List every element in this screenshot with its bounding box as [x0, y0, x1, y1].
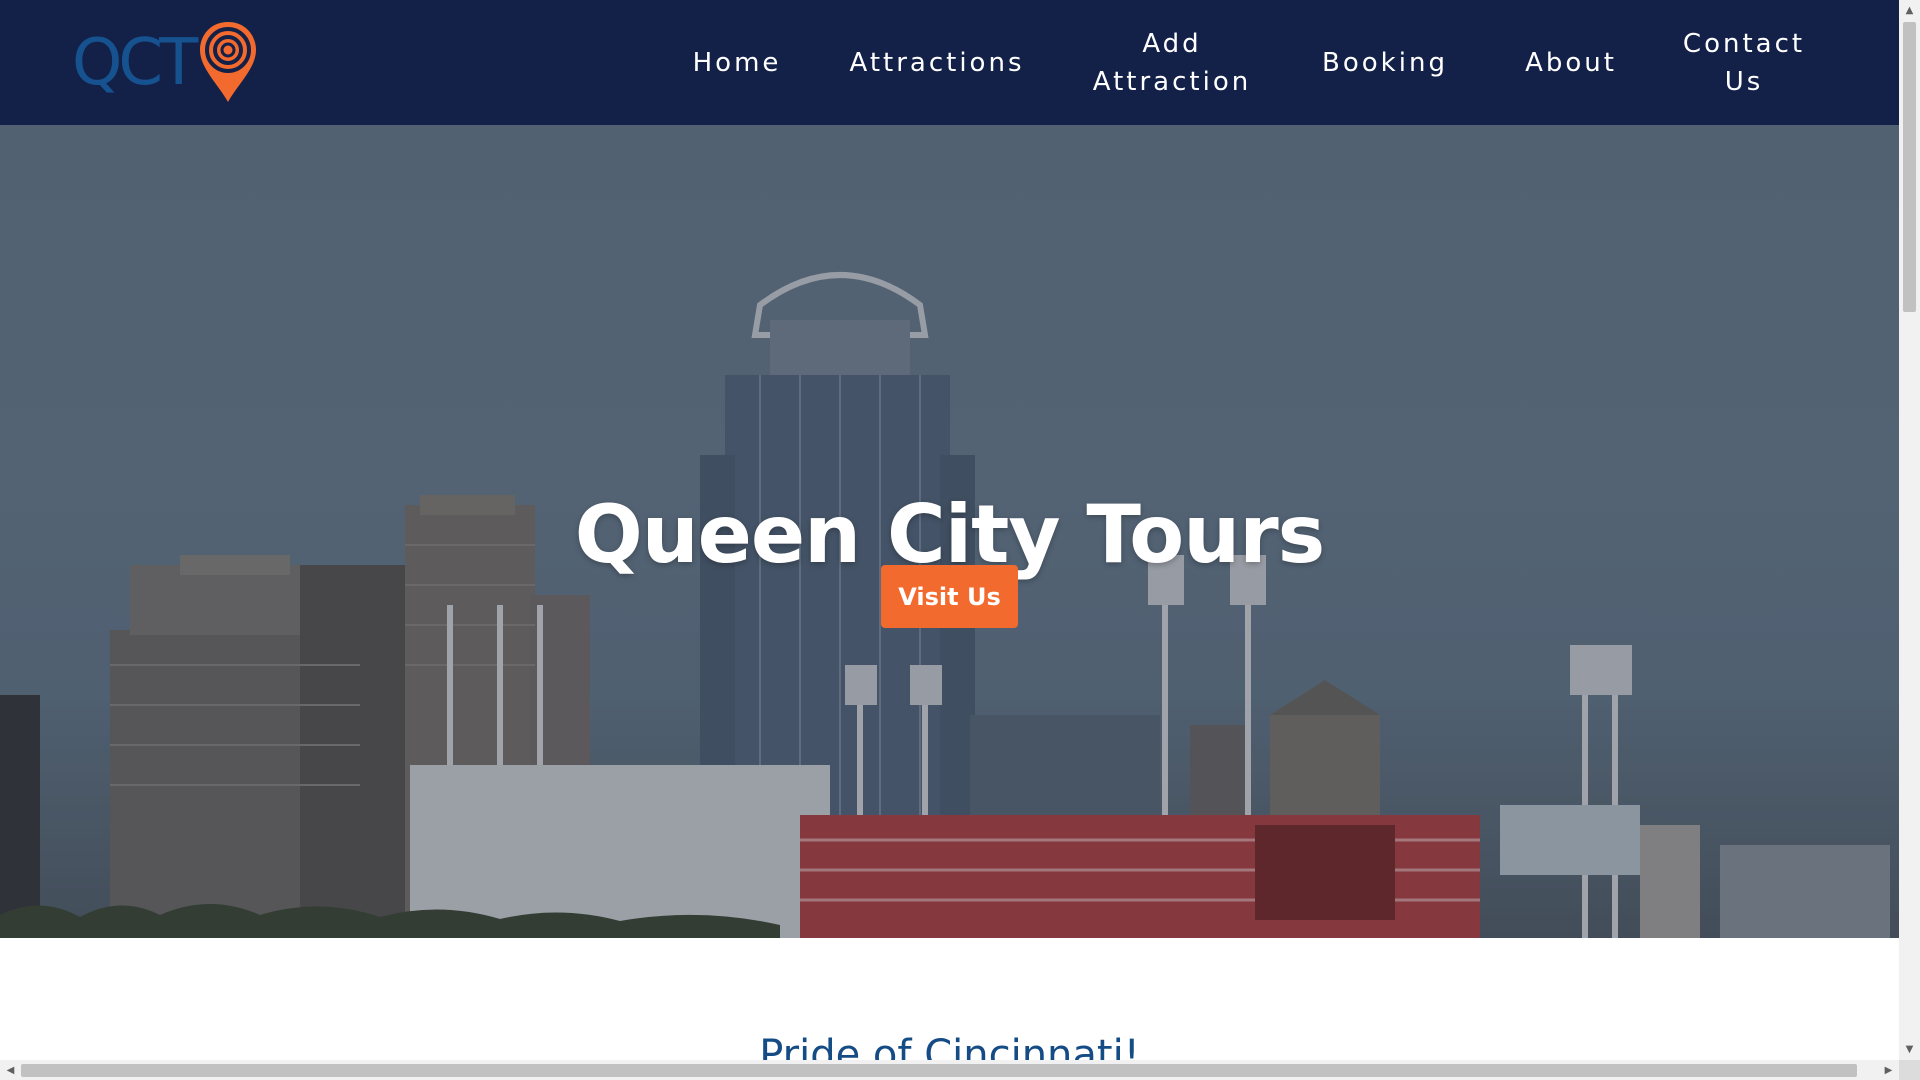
scroll-down-arrow-icon[interactable]: ▼	[1899, 1039, 1920, 1060]
nav-add-attraction[interactable]: Add Attraction	[1082, 0, 1262, 125]
scrollbar-corner	[1899, 1060, 1920, 1080]
horizontal-scrollbar-thumb[interactable]	[21, 1064, 1857, 1077]
hero-section: Queen City Tours Visit Us	[0, 125, 1899, 938]
nav-attractions[interactable]: Attractions	[844, 0, 1030, 125]
vertical-scrollbar[interactable]: ▲ ▼	[1899, 0, 1920, 1060]
nav-home[interactable]: Home	[680, 0, 794, 125]
scroll-left-arrow-icon[interactable]: ◀	[0, 1060, 21, 1080]
vertical-scrollbar-thumb[interactable]	[1903, 22, 1916, 312]
scroll-right-arrow-icon[interactable]: ▶	[1878, 1060, 1899, 1080]
horizontal-scrollbar[interactable]: ◀ ▶	[0, 1060, 1899, 1080]
hero-title: Queen City Tours	[574, 487, 1326, 581]
page: QCT Home Attractions Add Attraction Book…	[0, 0, 1899, 1060]
location-pin-icon	[200, 22, 257, 102]
scroll-up-arrow-icon[interactable]: ▲	[1899, 0, 1920, 21]
visit-us-button[interactable]: Visit Us	[881, 565, 1018, 628]
logo-text: QCT	[72, 26, 198, 100]
nav-about[interactable]: About	[1508, 0, 1634, 125]
nav-contact-us[interactable]: Contact Us	[1683, 0, 1804, 125]
top-navbar: QCT Home Attractions Add Attraction Book…	[0, 0, 1899, 125]
section-title: Pride of Cincinnati!	[759, 1032, 1140, 1060]
nav-booking[interactable]: Booking	[1314, 0, 1456, 125]
nav-links: Home Attractions Add Attraction Booking …	[654, 0, 1814, 125]
site-logo[interactable]: QCT	[72, 18, 260, 108]
